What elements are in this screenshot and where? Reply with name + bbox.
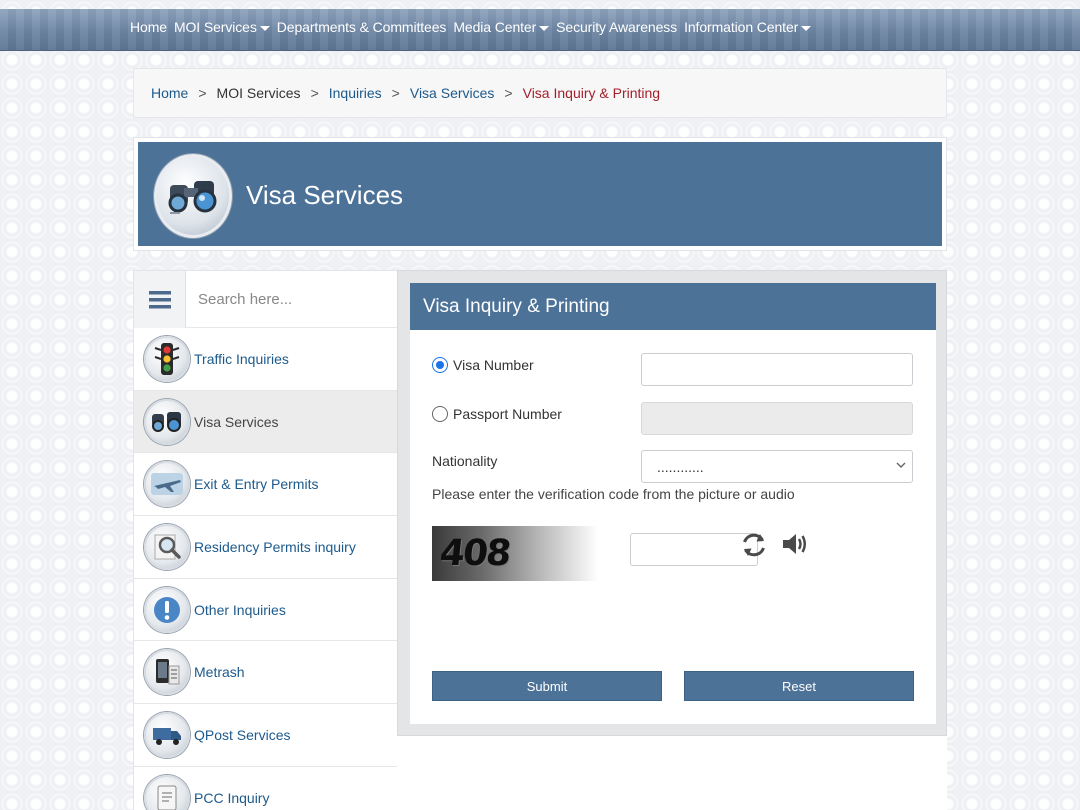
content-area: Visa Inquiry & Printing Visa Number Pass… xyxy=(397,270,947,736)
magnifier-icon xyxy=(144,523,190,570)
speaker-icon xyxy=(783,534,806,554)
truck-icon xyxy=(144,711,190,758)
visa-number-option[interactable]: Visa Number xyxy=(432,357,534,373)
visa-inquiry-form: Visa Inquiry & Printing Visa Number Pass… xyxy=(410,283,936,724)
refresh-captcha-button[interactable] xyxy=(738,529,770,566)
breadcrumb-inquiries[interactable]: Inquiries xyxy=(329,85,382,101)
sidebar-item-label: PCC Inquiry xyxy=(194,789,270,806)
sidebar-item-label: QPost Services xyxy=(194,726,291,743)
breadcrumb-home[interactable]: Home xyxy=(151,85,188,101)
nav-item-label: Departments & Committees xyxy=(276,19,447,35)
nav-item-label: Security Awareness xyxy=(556,19,678,35)
binoculars-icon xyxy=(144,398,190,445)
sidebar-item-label: Residency Permits inquiry xyxy=(194,538,356,555)
sidebar-item-label: Visa Services xyxy=(194,413,279,430)
breadcrumb: Home > MOI Services > Inquiries > Visa S… xyxy=(133,68,947,118)
sidebar-item-exit-entry-permits[interactable]: Exit & Entry Permits xyxy=(134,453,397,517)
nationality-label: Nationality xyxy=(432,453,498,469)
breadcrumb-separator: > xyxy=(504,85,513,101)
breadcrumb-separator: > xyxy=(310,85,319,101)
sidebar-item-metrash[interactable]: Metrash xyxy=(134,641,397,705)
content-footer-area xyxy=(397,736,947,810)
sidebar-item-qpost-services[interactable]: QPost Services xyxy=(134,704,397,767)
sidebar-item-traffic-inquiries[interactable]: Traffic Inquiries xyxy=(134,328,397,391)
breadcrumb-separator: > xyxy=(391,85,400,101)
sidebar-item-visa-services[interactable]: Visa Services xyxy=(134,390,397,454)
exclamation-icon xyxy=(144,586,190,633)
submit-button[interactable]: Submit xyxy=(432,671,662,701)
airplane-icon xyxy=(144,461,190,508)
main-menu: Home MOI Services Departments & Committe… xyxy=(130,19,818,35)
search-input[interactable] xyxy=(186,271,397,327)
menu-toggle-button[interactable] xyxy=(134,271,186,328)
breadcrumb-visa-services[interactable]: Visa Services xyxy=(410,85,495,101)
nationality-selected-value: ............ xyxy=(657,458,704,475)
sidebar-item-label: Metrash xyxy=(194,664,245,681)
sidebar-search xyxy=(134,271,397,328)
nav-item-label: Media Center xyxy=(453,19,537,35)
breadcrumb-separator: > xyxy=(198,85,207,101)
sidebar-item-pcc-inquiry[interactable]: PCC Inquiry xyxy=(134,766,397,810)
traffic-light-icon xyxy=(144,335,190,382)
nav-item-departments-committees[interactable]: Departments & Committees xyxy=(277,19,454,35)
visa-number-input[interactable] xyxy=(641,353,913,386)
nav-item-label: MOI Services xyxy=(173,19,257,35)
form-title: Visa Inquiry & Printing xyxy=(410,283,936,330)
captcha-image: 408 xyxy=(432,526,598,581)
nationality-select[interactable]: ............ xyxy=(641,450,913,483)
caret-down-icon xyxy=(801,25,812,31)
nav-item-home[interactable]: Home xyxy=(130,19,174,35)
sidebar-item-label: Traffic Inquiries xyxy=(194,350,289,367)
page-banner: Visa Services xyxy=(133,137,947,251)
audio-captcha-button[interactable] xyxy=(780,529,810,564)
nav-item-moi-services[interactable]: MOI Services xyxy=(174,19,277,35)
sidebar-item-label: Other Inquiries xyxy=(194,601,286,618)
breadcrumb-moi-services: MOI Services xyxy=(216,85,301,101)
passport-number-label: Passport Number xyxy=(453,406,562,422)
visa-number-radio[interactable] xyxy=(432,357,448,373)
breadcrumb-current: Visa Inquiry & Printing xyxy=(522,85,661,101)
passport-number-option[interactable]: Passport Number xyxy=(432,406,562,422)
caret-down-icon xyxy=(539,25,550,31)
phone-icon xyxy=(144,649,190,696)
sidebar-item-label: Exit & Entry Permits xyxy=(194,476,319,493)
sidebar-item-residency-permits[interactable]: Residency Permits inquiry xyxy=(134,516,397,579)
binoculars-icon xyxy=(154,154,232,238)
sidebar-item-other-inquiries[interactable]: Other Inquiries xyxy=(134,578,397,642)
document-icon xyxy=(144,774,190,810)
nav-item-security-awareness[interactable]: Security Awareness xyxy=(556,19,684,35)
page-title: Visa Services xyxy=(246,180,404,210)
verification-hint: Please enter the verification code from … xyxy=(432,486,795,502)
banner-background: Visa Services xyxy=(138,142,942,246)
nav-item-label: Home xyxy=(130,19,167,35)
top-navigation-bar: Home MOI Services Departments & Committe… xyxy=(0,9,1080,51)
visa-number-label: Visa Number xyxy=(453,357,534,373)
nav-item-information-center[interactable]: Information Center xyxy=(684,19,818,35)
reset-button[interactable]: Reset xyxy=(684,671,914,701)
hamburger-icon xyxy=(148,290,171,308)
nav-item-label: Information Center xyxy=(684,19,799,35)
passport-number-input[interactable] xyxy=(641,402,913,435)
chevron-down-icon xyxy=(896,462,906,468)
passport-number-radio[interactable] xyxy=(432,406,448,422)
sidebar: Traffic Inquiries Visa Services Exit & E… xyxy=(133,270,397,810)
caret-down-icon xyxy=(259,25,270,31)
refresh-icon xyxy=(743,533,765,557)
nav-item-media-center[interactable]: Media Center xyxy=(453,19,556,35)
captcha-code: 408 xyxy=(437,533,512,574)
